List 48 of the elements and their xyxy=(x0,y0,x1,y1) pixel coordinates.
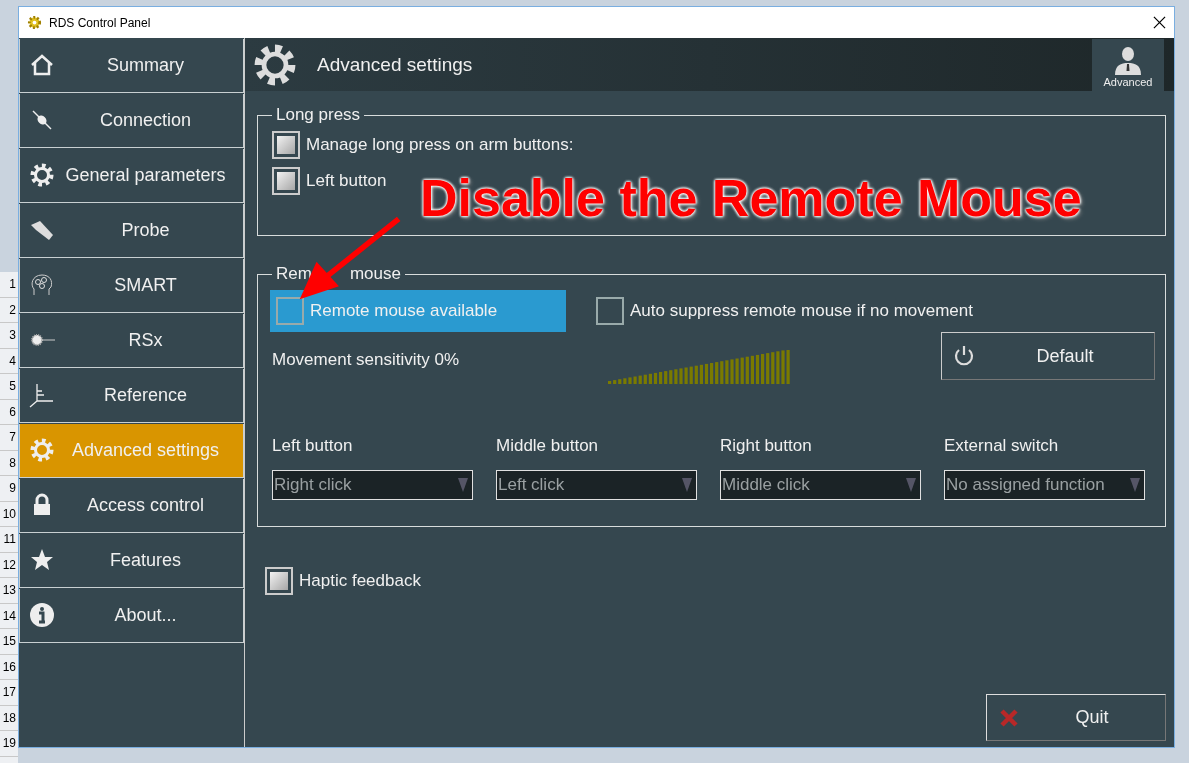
page-title: Advanced settings xyxy=(317,53,473,76)
sidebar-item[interactable]: General parameters xyxy=(19,149,244,203)
sidebar-item[interactable]: RSx xyxy=(19,314,244,368)
checkbox-label: Auto suppress remote mouse if no movement xyxy=(630,301,973,321)
default-button[interactable]: Default xyxy=(941,332,1155,380)
cross-icon xyxy=(999,707,1019,728)
close-icon[interactable] xyxy=(1153,16,1166,29)
power-icon xyxy=(952,344,976,368)
dropdown-label: Right button xyxy=(720,436,813,456)
sidebar-item[interactable]: Reference xyxy=(19,369,244,423)
quit-button[interactable]: Quit xyxy=(986,694,1166,741)
axes-icon xyxy=(28,381,56,409)
caret-icon xyxy=(906,478,916,492)
sidebar-item[interactable]: Connection xyxy=(19,94,244,148)
gear-icon xyxy=(253,42,297,87)
checkbox-label: Manage long press on arm buttons: xyxy=(306,135,574,155)
checkbox-label: Haptic feedback xyxy=(299,571,421,591)
gear-icon xyxy=(27,15,42,30)
sensitivity-label: Movement sensitivity 0% xyxy=(272,350,461,370)
info-icon xyxy=(28,601,56,629)
sidebar-item[interactable]: About... xyxy=(19,589,244,643)
dropdown[interactable]: No assigned function xyxy=(944,470,1145,500)
window-title: RDS Control Panel xyxy=(49,15,151,30)
dropdown[interactable]: Middle click xyxy=(720,470,921,500)
sidebar-item[interactable]: Probe xyxy=(19,204,244,258)
group-title: Long press xyxy=(275,105,362,125)
caret-icon xyxy=(458,478,468,492)
checkbox[interactable] xyxy=(596,297,624,325)
sidebar-item[interactable]: Access control xyxy=(19,479,244,533)
sidebar-item[interactable]: Summary xyxy=(19,39,244,93)
group-title: Rem xyxy=(276,264,312,284)
profile-button[interactable]: Advanced xyxy=(1092,38,1164,91)
dropdown-label: Left button xyxy=(272,436,354,456)
caret-icon xyxy=(682,478,692,492)
checkbox-label: Left button xyxy=(306,171,387,191)
gear-icon xyxy=(28,436,56,464)
gear-icon xyxy=(28,161,56,189)
dropdown-label: External switch xyxy=(944,436,1060,456)
sidebar-item[interactable]: SMART xyxy=(19,259,244,313)
checkbox-label: Remote mouse available xyxy=(310,301,498,321)
group-title: mouse xyxy=(349,264,401,284)
dropdown-label: Middle button xyxy=(496,436,600,456)
checkbox[interactable] xyxy=(276,297,304,325)
sidebar-item[interactable]: Features xyxy=(19,534,244,588)
annotation-text: Disable the Remote Mouse xyxy=(420,168,1082,228)
dropdown[interactable]: Right click xyxy=(272,470,473,500)
caret-icon xyxy=(1130,478,1140,492)
dropdown[interactable]: Left click xyxy=(496,470,697,500)
